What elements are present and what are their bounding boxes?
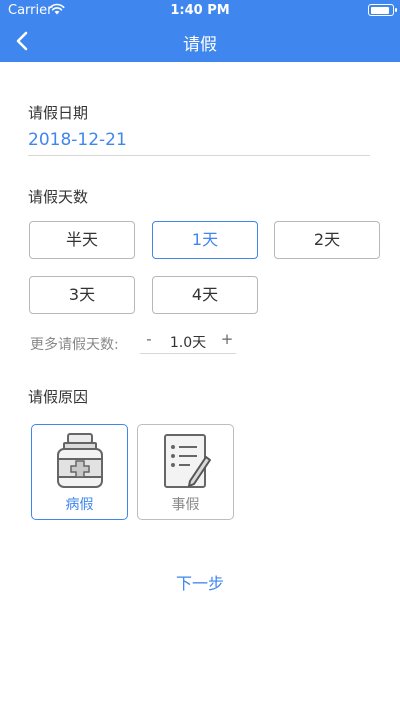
date-label: 请假日期 [28, 104, 89, 122]
reason-label-personal: 事假 [171, 497, 200, 513]
page-title: 请假 [183, 35, 217, 55]
stepper-minus-button[interactable]: - [140, 330, 158, 348]
date-underline [28, 155, 370, 156]
status-time: 1:40 PM [170, 3, 230, 18]
day-option-half[interactable]: 半天 [29, 221, 135, 259]
day-option-3[interactable]: 3天 [29, 276, 135, 314]
next-step-button[interactable]: 下一步 [0, 570, 400, 594]
battery-icon [368, 4, 397, 16]
reason-option-sick[interactable]: 病假 [31, 424, 128, 520]
medicine-bottle-icon [57, 433, 103, 488]
days-stepper: - 1.0天 + [140, 328, 236, 354]
more-days-label: 更多请假天数: [30, 337, 119, 353]
nav-bar: 请假 [0, 20, 400, 62]
reason-option-personal[interactable]: 事假 [137, 424, 234, 520]
stepper-value[interactable]: 1.0天 [162, 332, 214, 352]
status-bar: Carrier 1:40 PM [0, 0, 400, 20]
day-option-2[interactable]: 2天 [274, 221, 380, 259]
day-option-1[interactable]: 1天 [152, 221, 258, 259]
day-option-4[interactable]: 4天 [152, 276, 258, 314]
days-label: 请假天数 [28, 188, 89, 206]
date-field[interactable]: 2018-12-21 [28, 130, 127, 150]
notepad-pencil-icon [164, 434, 211, 488]
header-bar: Carrier 1:40 PM 请假 [0, 0, 400, 62]
stepper-plus-button[interactable]: + [218, 330, 236, 348]
reason-label-sick: 病假 [65, 497, 94, 513]
reason-label: 请假原因 [28, 388, 89, 406]
